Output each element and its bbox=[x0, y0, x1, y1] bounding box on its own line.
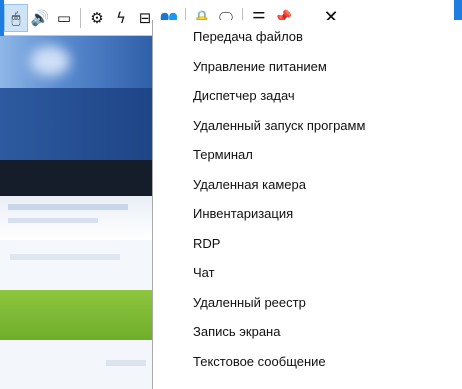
context-menu: Передача файлов Управление питанием Дисп… bbox=[152, 20, 462, 389]
menu-item-task-manager[interactable]: Диспетчер задач bbox=[153, 81, 462, 111]
toolbar-separator bbox=[80, 7, 81, 28]
menu-item-rdp[interactable]: RDP bbox=[153, 229, 462, 259]
menu-item-text-message[interactable]: Текстовое сообщение bbox=[153, 347, 462, 377]
menu-item-remote-registry[interactable]: Удаленный реестр bbox=[153, 288, 462, 318]
menu-item-chat[interactable]: Чат bbox=[153, 258, 462, 288]
menu-item-remote-camera[interactable]: Удаленная камера bbox=[153, 170, 462, 200]
background-desktop bbox=[0, 0, 152, 389]
menu-item-terminal[interactable]: Терминал bbox=[153, 140, 462, 170]
menu-item-file-transfer[interactable]: Передача файлов bbox=[153, 22, 462, 52]
power-icon[interactable]: ϟ bbox=[109, 4, 133, 32]
menu-item-remote-run[interactable]: Удаленный запуск программ bbox=[153, 111, 462, 141]
speaker-icon[interactable]: 🔊 bbox=[28, 4, 52, 32]
camera-icon[interactable]: ▭ bbox=[52, 4, 76, 32]
mouse-icon[interactable]: 🖱 bbox=[4, 3, 28, 32]
menu-item-screen-recording[interactable]: Запись экрана bbox=[153, 317, 462, 347]
menu-item-inventory[interactable]: Инвентаризация bbox=[153, 199, 462, 229]
menu-item-power-management[interactable]: Управление питанием bbox=[153, 52, 462, 82]
gear-icon[interactable]: ⚙ bbox=[85, 4, 109, 32]
